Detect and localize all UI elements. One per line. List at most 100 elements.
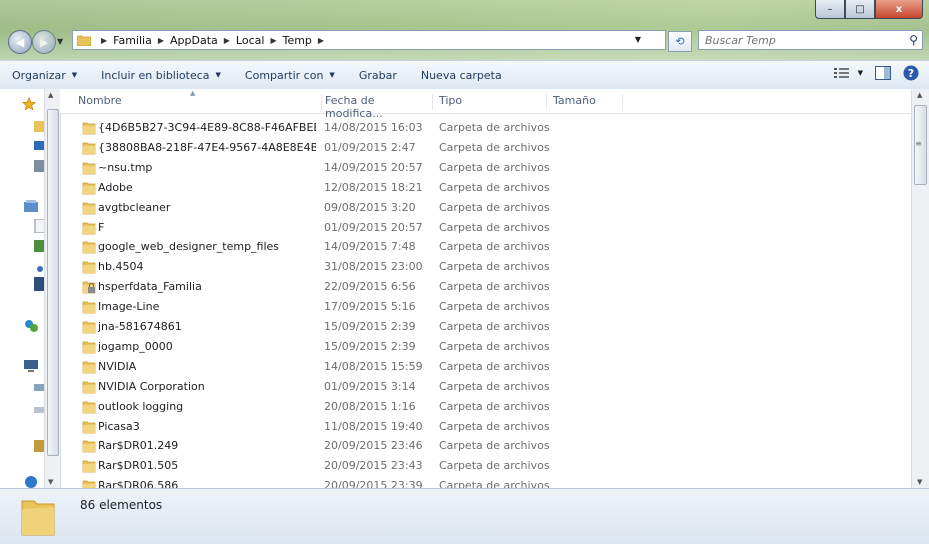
folder-icon	[82, 321, 96, 334]
scroll-down-icon[interactable]: ▼	[48, 478, 53, 486]
help-icon[interactable]: ?	[903, 65, 919, 81]
command-bar: Organizar ▼ Incluir en biblioteca ▼ Comp…	[0, 60, 929, 90]
file-name: google_web_designer_temp_files	[98, 240, 280, 254]
file-type: Carpeta de archivos	[439, 260, 550, 274]
computer-icon[interactable]	[24, 359, 38, 373]
preview-pane-icon[interactable]	[875, 66, 891, 80]
folder-icon	[82, 222, 96, 234]
table-row[interactable]: Rar$DR01.249 20/09/2015 23:46 Carpeta de a…	[60, 436, 911, 456]
table-row[interactable]: {38808BA8-218F-47E4-9567-4A8E8E4BB8... 01…	[60, 138, 911, 158]
table-row[interactable]: Rar$DR06.586 20/09/2015 23:39 Carpeta de a…	[60, 476, 911, 488]
column-header-type[interactable]: Tipo	[433, 94, 547, 110]
table-row[interactable]: ~nsu.tmp 14/09/2015 20:57 Carpeta de archi…	[60, 158, 911, 178]
table-row[interactable]: NVIDIA 14/08/2015 15:59 Carpeta de archivo…	[60, 357, 911, 377]
explorer-window: – □ x ◀ ▶ ▼ ▶ Familia ▶ AppData ▶ Local …	[0, 0, 929, 544]
include-in-library-button[interactable]: Incluir en biblioteca ▼	[89, 61, 233, 89]
file-date: 11/08/2015 19:40	[324, 419, 423, 433]
table-row[interactable]: jogamp_0000 15/09/2015 2:39 Carpeta de arc…	[60, 337, 911, 357]
burn-label: Grabar	[358, 68, 397, 82]
star-icon[interactable]	[22, 97, 36, 111]
column-header-size[interactable]: Tamaño	[547, 94, 623, 110]
file-name: ~nsu.tmp	[98, 160, 153, 174]
search-input[interactable]	[699, 32, 897, 48]
network-icon[interactable]	[24, 475, 38, 489]
column-header-date[interactable]: Fecha de modifica...	[319, 94, 433, 120]
file-date: 20/08/2015 1:16	[324, 399, 416, 413]
file-name: hb.4504	[98, 260, 144, 274]
homegroup-icon[interactable]	[24, 319, 38, 333]
table-row[interactable]: hsperfdata_Familia 22/09/2015 6:56 Carpeta…	[60, 277, 911, 297]
address-bar[interactable]: ▶ Familia ▶ AppData ▶ Local ▶ Temp ▶ ▼	[72, 30, 666, 50]
table-row[interactable]: Picasa3 11/08/2015 19:40 Carpeta de archiv…	[60, 417, 911, 437]
file-type: Carpeta de archivos	[439, 160, 550, 174]
scroll-up-icon[interactable]: ▲	[48, 91, 53, 99]
chevron-right-icon[interactable]: ▶	[318, 36, 324, 45]
file-name: F	[98, 220, 105, 234]
file-type: Carpeta de archivos	[439, 180, 550, 194]
file-type: Carpeta de archivos	[439, 339, 550, 353]
burn-button[interactable]: Grabar	[347, 61, 409, 89]
organize-label: Organizar	[12, 68, 66, 82]
chevron-right-icon[interactable]: ▶	[158, 36, 164, 45]
details-view-icon	[833, 68, 849, 78]
address-dropdown-icon[interactable]: ▼	[635, 35, 641, 44]
file-name: Rar$DR06.586	[98, 479, 179, 488]
table-row[interactable]: outlook logging 20/08/2015 1:16 Carpeta de…	[60, 397, 911, 417]
breadcrumb-item-local[interactable]: Local	[236, 34, 265, 47]
breadcrumb-item-appdata[interactable]: AppData	[170, 34, 218, 47]
table-row[interactable]: {4D6B5B27-3C94-4E89-8C88-F46AFBEE87... 14…	[60, 118, 911, 138]
navigation-pane-scrollbar-thumb[interactable]	[47, 109, 59, 456]
recent-pages-dropdown[interactable]: ▼	[57, 37, 63, 46]
view-options-button[interactable]: ▼	[833, 67, 863, 79]
table-row[interactable]: hb.4504 31/08/2015 23:00 Carpeta de archiv…	[60, 257, 911, 277]
maximize-button[interactable]: □	[845, 0, 875, 19]
chevron-right-icon[interactable]: ▶	[101, 36, 107, 45]
forward-button[interactable]: ▶	[32, 30, 56, 54]
table-row[interactable]: avgtbcleaner 09/08/2015 3:20 Carpeta de ar…	[60, 198, 911, 218]
file-type: Carpeta de archivos	[439, 399, 550, 413]
table-row[interactable]: F 01/09/2015 20:57 Carpeta de archivos	[60, 218, 911, 238]
file-date: 01/09/2015 3:14	[324, 379, 416, 393]
refresh-icon: ⟲	[675, 35, 685, 48]
organize-button[interactable]: Organizar ▼	[0, 61, 89, 89]
search-icon[interactable]: ⚲	[909, 33, 918, 47]
file-date: 09/08/2015 3:20	[324, 200, 416, 214]
folder-icon	[82, 341, 96, 354]
breadcrumb-item-familia[interactable]: Familia	[113, 34, 152, 47]
arrow-right-icon: ▶	[39, 35, 49, 49]
file-type: Carpeta de archivos	[439, 359, 550, 373]
folder-icon	[82, 261, 96, 274]
caret-down-icon: ▼	[329, 71, 335, 79]
file-date: 14/09/2015 20:57	[324, 160, 423, 174]
share-with-button[interactable]: Compartir con ▼	[233, 61, 347, 89]
table-row[interactable]: google_web_designer_temp_files 14/09/2015…	[60, 237, 911, 257]
close-button[interactable]: x	[875, 0, 923, 19]
navigation-pane-scrollbar[interactable]: ▲ ▼	[44, 89, 61, 488]
scroll-down-icon[interactable]: ▼	[917, 478, 922, 486]
scroll-up-icon[interactable]: ▲	[917, 91, 922, 99]
chevron-right-icon[interactable]: ▶	[224, 36, 230, 45]
folder-icon	[82, 401, 96, 413]
table-row[interactable]: Image-Line 17/09/2015 5:16 Carpeta de arch…	[60, 297, 911, 317]
chevron-right-icon[interactable]: ▶	[270, 36, 276, 45]
share-label: Compartir con	[244, 68, 324, 82]
back-button[interactable]: ◀	[8, 30, 32, 54]
folder-icon	[82, 162, 96, 175]
column-header-name[interactable]: Nombre	[72, 94, 322, 110]
table-row[interactable]: NVIDIA Corporation 01/09/2015 3:14 Carpeta…	[60, 377, 911, 397]
new-folder-button[interactable]: Nueva carpeta	[409, 61, 514, 89]
table-row[interactable]: Rar$DR01.505 20/09/2015 23:43 Carpeta de a…	[60, 456, 911, 476]
breadcrumb-item-temp[interactable]: Temp	[283, 34, 312, 47]
table-row[interactable]: jna-581674861 15/09/2015 2:39 Carpeta de a…	[60, 317, 911, 337]
libraries-icon[interactable]	[24, 199, 38, 213]
minimize-button[interactable]: –	[815, 0, 845, 19]
file-type: Carpeta de archivos	[439, 140, 550, 154]
file-list-scrollbar[interactable]: ▲ ≡ ▼	[911, 89, 929, 488]
table-row[interactable]: Adobe 12/08/2015 18:21 Carpeta de archivos	[60, 178, 911, 198]
folder-icon	[82, 142, 96, 155]
folder-icon	[82, 301, 96, 314]
folder-icon	[82, 421, 96, 433]
refresh-button[interactable]: ⟲	[668, 31, 692, 52]
file-type: Carpeta de archivos	[439, 459, 550, 473]
file-name: hsperfdata_Familia	[98, 280, 202, 294]
